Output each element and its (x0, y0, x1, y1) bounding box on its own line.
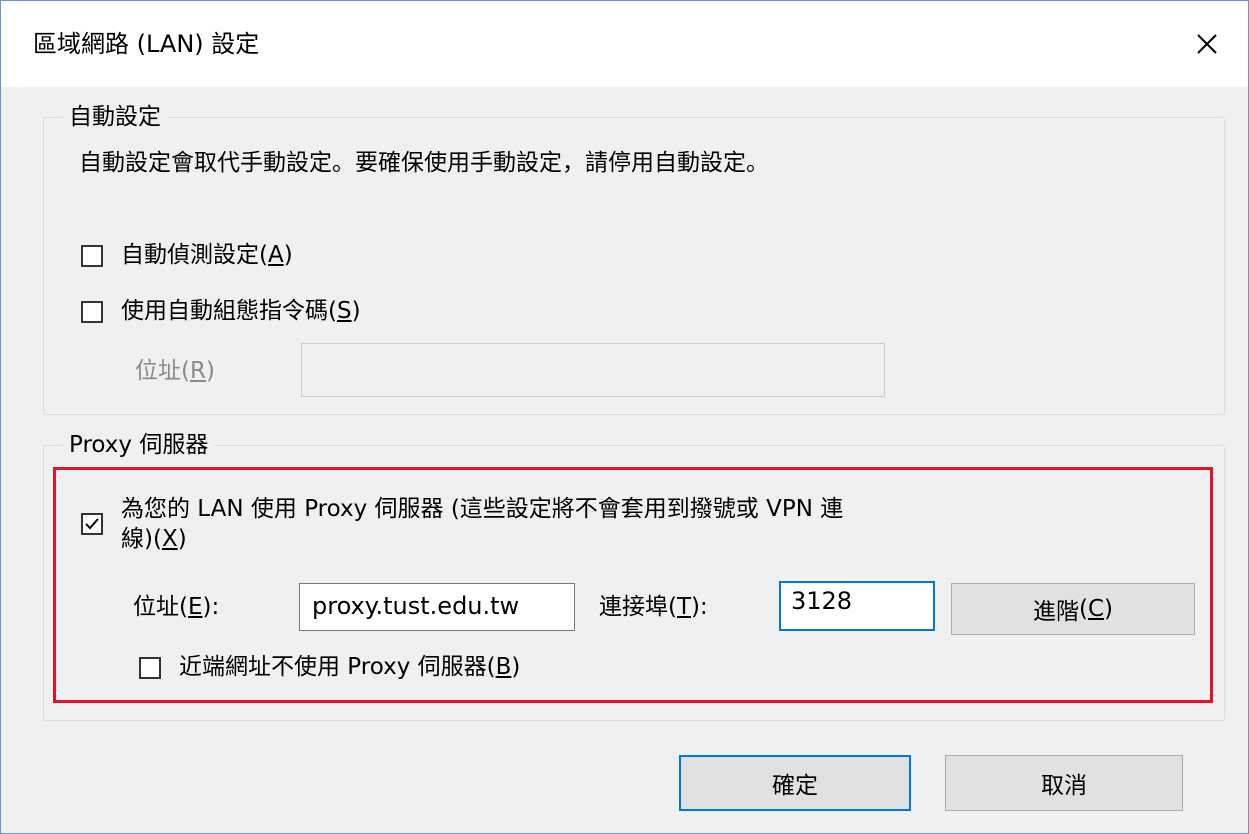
close-icon (1197, 34, 1217, 54)
use-proxy-checkbox[interactable] (81, 513, 103, 535)
bypass-local-checkbox[interactable] (139, 657, 161, 679)
use-proxy-label-line2[interactable]: 線)(X) (121, 525, 187, 553)
use-script-checkbox[interactable] (81, 301, 103, 323)
proxy-port-label: 連接埠(T): (599, 594, 708, 620)
window-title: 區域網路 (LAN) 設定 (33, 30, 260, 58)
checkmark-icon (85, 518, 99, 530)
advanced-button[interactable]: 進階(C) (951, 583, 1195, 635)
proxy-group-title: Proxy 伺服器 (63, 431, 215, 459)
proxy-address-label: 位址(E): (133, 594, 220, 620)
close-button[interactable] (1179, 19, 1235, 69)
auto-detect-checkbox[interactable] (81, 245, 103, 267)
bypass-local-label[interactable]: 近端網址不使用 Proxy 伺服器(B) (179, 653, 520, 681)
proxy-port-input[interactable]: 3128 (779, 581, 935, 631)
lan-settings-dialog: 區域網路 (LAN) 設定 自動設定 自動設定會取代手動設定。要確保使用手動設定… (0, 0, 1249, 834)
auto-detect-label[interactable]: 自動偵測設定(A) (121, 241, 293, 269)
script-address-input[interactable] (301, 343, 885, 397)
title-bar: 區域網路 (LAN) 設定 (1, 1, 1248, 87)
use-proxy-label-line1[interactable]: 為您的 LAN 使用 Proxy 伺服器 (這些設定將不會套用到撥號或 VPN … (121, 495, 843, 523)
script-address-label: 位址(R) (135, 358, 215, 384)
auto-config-group-title: 自動設定 (63, 103, 167, 131)
proxy-address-input[interactable]: proxy.tust.edu.tw (299, 583, 575, 631)
cancel-button[interactable]: 取消 (945, 755, 1183, 811)
auto-config-description: 自動設定會取代手動設定。要確保使用手動設定，請停用自動設定。 (79, 150, 769, 176)
ok-button[interactable]: 確定 (679, 755, 911, 811)
use-script-label[interactable]: 使用自動組態指令碼(S) (121, 297, 361, 325)
